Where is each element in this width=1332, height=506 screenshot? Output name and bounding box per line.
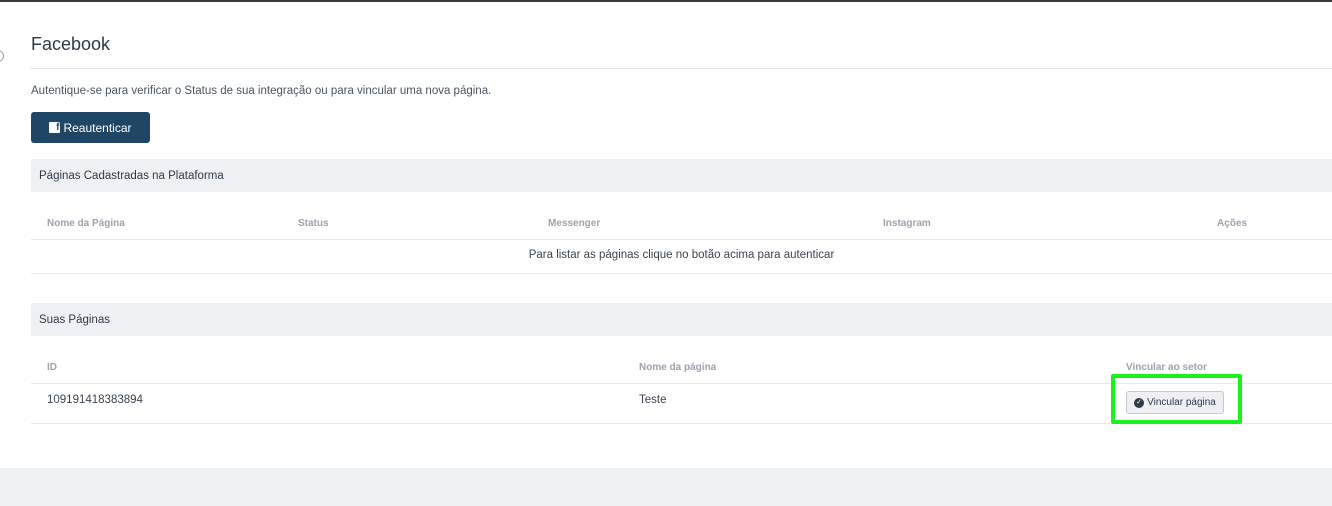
intro-text: Autentique-se para verificar o Status de… bbox=[31, 85, 492, 97]
registered-pages-header: Páginas Cadastradas na Plataforma bbox=[31, 159, 1332, 192]
col-page-name: Nome da página bbox=[639, 362, 717, 373]
col-page-name: Nome da Página bbox=[47, 218, 125, 229]
col-instagram: Instagram bbox=[883, 218, 931, 229]
reauthenticate-label: Reautenticar bbox=[63, 120, 132, 135]
page-name-cell: Teste bbox=[639, 394, 667, 406]
title-divider bbox=[31, 68, 1332, 69]
col-id: ID bbox=[47, 362, 57, 373]
table-divider bbox=[31, 239, 1332, 240]
check-circle-icon: ✓ bbox=[1134, 397, 1145, 408]
link-page-button[interactable]: ✓ Vincular página bbox=[1126, 391, 1224, 414]
registered-pages-title: Páginas Cadastradas na Plataforma bbox=[39, 169, 224, 182]
your-pages-title: Suas Páginas bbox=[39, 313, 110, 326]
empty-table-message: Para listar as páginas clique no botão a… bbox=[528, 249, 835, 261]
col-link-sector: Vincular ao setor bbox=[1126, 362, 1207, 373]
collapse-toggle-icon[interactable] bbox=[0, 50, 4, 62]
reauthenticate-button[interactable]: f Reautenticar bbox=[31, 112, 150, 143]
col-actions: Ações bbox=[1217, 218, 1248, 229]
table-divider bbox=[31, 273, 1332, 274]
facebook-icon: f bbox=[49, 122, 61, 133]
page-id-cell: 109191418383894 bbox=[47, 394, 143, 406]
your-pages-header: Suas Páginas bbox=[31, 303, 1332, 336]
top-border bbox=[0, 0, 1332, 2]
link-page-label: Vincular página bbox=[1147, 397, 1216, 408]
col-status: Status bbox=[298, 218, 329, 229]
col-messenger: Messenger bbox=[548, 218, 601, 229]
footer-band bbox=[0, 468, 1332, 506]
page-title: Facebook bbox=[31, 34, 111, 54]
